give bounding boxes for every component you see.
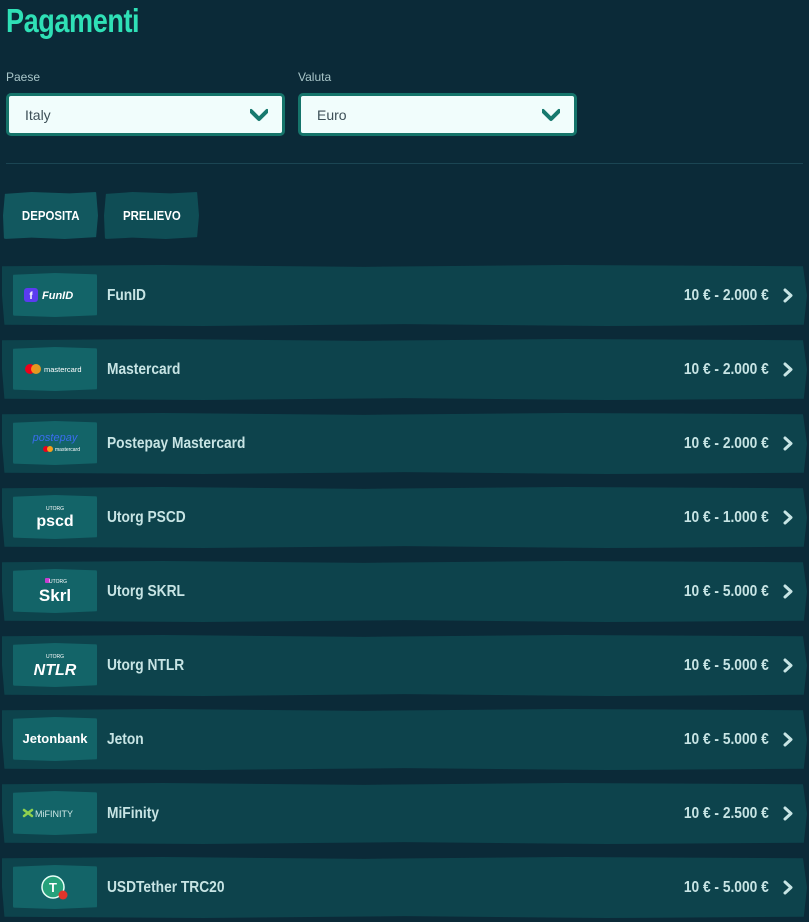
svg-text:Skrl: Skrl (39, 586, 71, 605)
method-range: 10 € - 1.000 € (684, 508, 769, 526)
divider (6, 163, 803, 164)
method-name: Postepay Mastercard (107, 434, 246, 452)
method-range: 10 € - 5.000 € (684, 878, 769, 896)
svg-text:pscd: pscd (36, 513, 73, 530)
svg-text:Jetonbank: Jetonbank (22, 731, 88, 746)
svg-text:mastercard: mastercard (55, 447, 80, 453)
svg-text:UTORG: UTORG (46, 506, 64, 512)
method-name: Jeton (107, 730, 144, 748)
method-range: 10 € - 5.000 € (684, 730, 769, 748)
chevron-right-icon (783, 658, 793, 673)
country-select[interactable]: Italy (6, 93, 285, 136)
payment-method-row[interactable]: UTORG NTLR Utorg NTLR 10 € - 5.000 € (2, 635, 807, 696)
chevron-right-icon (783, 288, 793, 303)
chevron-right-icon (783, 436, 793, 451)
postepay-logo: postepay mastercard (13, 421, 97, 465)
chevron-right-icon (783, 584, 793, 599)
utorg-skrl-logo: UTORG Skrl (13, 569, 97, 613)
chevron-right-icon (783, 880, 793, 895)
tab-deposita[interactable]: DEPOSITA (3, 192, 98, 239)
method-range: 10 € - 5.000 € (684, 582, 769, 600)
chevron-right-icon (783, 510, 793, 525)
country-label: Paese (6, 70, 41, 84)
currency-select-value: Euro (317, 106, 347, 123)
method-name: Mastercard (107, 360, 181, 378)
method-name: MiFinity (107, 804, 159, 822)
chevron-right-icon (783, 806, 793, 821)
tab-deposita-label: DEPOSITA (21, 208, 80, 223)
payment-method-row[interactable]: MiFINITY MiFinity 10 € - 2.500 € (2, 783, 807, 844)
page-title: Pagamenti (6, 2, 140, 39)
utorg-ntlr-logo: UTORG NTLR (13, 643, 97, 687)
chevron-right-icon (783, 732, 793, 747)
payment-method-row[interactable]: postepay mastercard Postepay Mastercard … (2, 413, 807, 474)
svg-text:UTORG: UTORG (46, 654, 64, 660)
svg-text:MiFINITY: MiFINITY (35, 809, 73, 819)
tether-logo: T (13, 865, 97, 909)
mastercard-logo: mastercard (13, 347, 97, 391)
utorg-pscd-logo: UTORG pscd (13, 495, 97, 539)
currency-select[interactable]: Euro (298, 93, 577, 136)
svg-text:postepay: postepay (32, 432, 79, 444)
tab-prelievo-label: PRELIEVO (122, 208, 181, 223)
method-name: Utorg PSCD (107, 508, 186, 526)
chevron-down-icon (542, 108, 560, 121)
method-range: 10 € - 5.000 € (684, 656, 769, 674)
svg-text:T: T (49, 880, 57, 895)
payment-method-row[interactable]: UTORG Skrl Utorg SKRL 10 € - 5.000 € (2, 561, 807, 622)
payment-method-row[interactable]: UTORG pscd Utorg PSCD 10 € - 1.000 € (2, 487, 807, 548)
mifinity-logo: MiFINITY (13, 791, 97, 835)
jetonbank-logo: Jetonbank (13, 717, 97, 761)
method-range: 10 € - 2.000 € (684, 286, 769, 304)
svg-text:UTORG: UTORG (49, 579, 67, 585)
svg-text:NTLR: NTLR (34, 662, 77, 679)
country-select-value: Italy (25, 106, 51, 123)
method-name: USDTether TRC20 (107, 878, 225, 896)
payment-method-row[interactable]: Jetonbank Jeton 10 € - 5.000 € (2, 709, 807, 770)
payment-method-row[interactable]: T USDTether TRC20 10 € - 5.000 € (2, 857, 807, 918)
method-name: Utorg NTLR (107, 656, 185, 674)
funid-logo: f FunID (13, 273, 97, 317)
payments-page: Pagamenti Paese Italy Valuta Euro DEPOSI… (0, 0, 809, 922)
chevron-down-icon (250, 108, 268, 121)
method-name: FunID (107, 286, 146, 304)
tab-prelievo[interactable]: PRELIEVO (104, 192, 199, 239)
svg-text:mastercard: mastercard (44, 365, 82, 374)
method-range: 10 € - 2.500 € (684, 804, 769, 822)
method-range: 10 € - 2.000 € (684, 360, 769, 378)
svg-text:FunID: FunID (42, 290, 73, 302)
chevron-right-icon (783, 362, 793, 377)
currency-label: Valuta (298, 70, 332, 84)
payment-method-row[interactable]: mastercard Mastercard 10 € - 2.000 € (2, 339, 807, 400)
method-range: 10 € - 2.000 € (684, 434, 769, 452)
payment-method-row[interactable]: f FunID FunID 10 € - 2.000 € (2, 265, 807, 326)
method-name: Utorg SKRL (107, 582, 185, 600)
